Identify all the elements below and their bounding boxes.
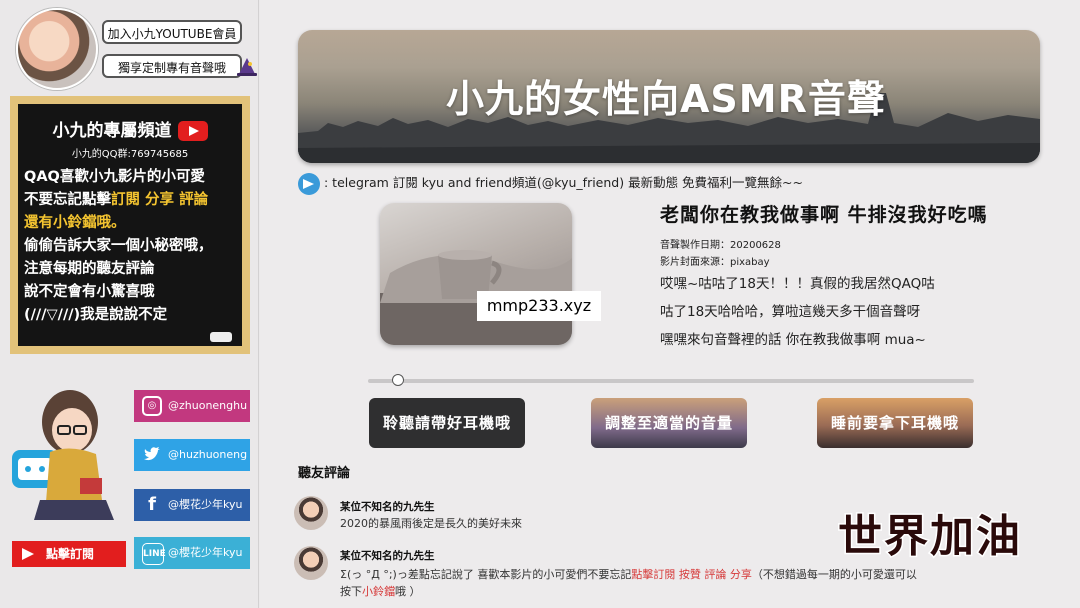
progress-thumb[interactable] xyxy=(392,374,405,386)
instagram-handle: @zhuonenghu xyxy=(168,399,248,412)
comment-text: 2020的暴風雨後定是長久的美好未來 xyxy=(340,517,522,530)
description-line: 嘿嘿來句音聲裡的話 你在教我做事啊 mua~ xyxy=(660,332,926,348)
banner-title: 小九的女性向ASMR音聲 xyxy=(446,77,886,121)
description-line: 哎嘿~咕咕了18天！！！真假的我居然QAQ咕 xyxy=(660,276,935,292)
facebook-icon: f xyxy=(148,494,156,515)
board-line: QAQ喜歡小九影片的小可愛 xyxy=(24,169,205,185)
chalkboard-notice: 小九的專屬頻道 小九的QQ群:769745685 QAQ喜歡小九影片的小可愛 不… xyxy=(10,96,250,354)
comment-highlight: 點擊訂閱 按贊 評論 分享 xyxy=(631,568,752,581)
subscribe-label: 點擊訂閱 xyxy=(46,547,95,561)
coffee-cup-image xyxy=(380,250,572,345)
instagram-link[interactable]: ◎ @zhuonenghu xyxy=(134,390,250,422)
subscribe-button[interactable]: 點擊訂閱 xyxy=(12,541,126,567)
telegram-icon xyxy=(298,172,320,195)
line-handle: @櫻花少年kyu xyxy=(168,546,243,559)
description-line: 咕了18天哈哈哈，算啦這幾天多干個音聲呀 xyxy=(660,304,921,320)
twitter-icon xyxy=(142,445,162,465)
comment-highlight: 小鈴鐺 xyxy=(362,585,395,598)
board-line: 不要忘記點擊 xyxy=(24,192,111,208)
line-icon: LINE xyxy=(142,543,166,565)
main-content: 小九的女性向ASMR音聲 : telegram 訂閱 kyu and frien… xyxy=(260,0,1080,608)
youtube-icon xyxy=(177,121,208,141)
sidebar: 加入小九YOUTUBE會員 獨享定制專有音聲哦 小九的專屬頻道 小九的QQ群:7… xyxy=(0,0,259,608)
twitter-handle: @huzhuoneng xyxy=(168,448,248,461)
mascot-illustration xyxy=(10,382,128,524)
comment-avatar xyxy=(294,546,328,580)
avatar[interactable] xyxy=(16,8,98,90)
sleep-tip-button[interactable]: 睡前要拿下耳機哦 xyxy=(817,398,973,448)
watermark-label: mmp233.xyz xyxy=(477,291,601,321)
cover-source: 影片封面來源：pixabay xyxy=(660,257,770,268)
comment-text-part: 哦 ） xyxy=(395,585,421,598)
board-highlight: 訂閱 分享 評論 xyxy=(111,192,209,208)
comment-author: 某位不知名的九先生 xyxy=(340,501,435,513)
production-date: 音聲製作日期：20200628 xyxy=(660,240,781,251)
instagram-icon: ◎ xyxy=(142,396,162,416)
exclusive-audio-button[interactable]: 獨享定制專有音聲哦 xyxy=(102,54,242,78)
comment-text-part: Σ(っ °Д °;)っ差點忘記說了 喜歡本影片的小可愛們不要忘記 xyxy=(340,568,632,581)
telegram-notice[interactable]: : telegram 訂閱 kyu and friend頻道(@kyu_frie… xyxy=(298,172,804,195)
song-title: 老闆你在教我做事啊 牛排沒我好吃嗎 xyxy=(660,204,988,226)
comment-text-part: （不想錯過每一期的小可愛還可以 xyxy=(751,568,917,581)
header-banner: 小九的女性向ASMR音聲 xyxy=(298,30,1040,163)
board-title: 小九的專屬頻道 xyxy=(52,121,172,141)
comment-text-part: 按下 xyxy=(340,585,362,598)
qq-group-number: 小九的QQ群:769745685 xyxy=(71,149,189,160)
board-line: 說不定會有小驚喜哦 xyxy=(24,284,155,300)
progress-track[interactable] xyxy=(368,379,974,383)
board-line: 還有小鈴鐺哦。 xyxy=(24,215,126,231)
join-membership-button[interactable]: 加入小九YOUTUBE會員 xyxy=(102,20,242,44)
telegram-text: : telegram 訂閱 kyu and friend頻道(@kyu_frie… xyxy=(324,175,804,190)
line-link[interactable]: LINE @櫻花少年kyu xyxy=(134,537,250,569)
volume-tip-button[interactable]: 調整至適當的音量 xyxy=(591,398,747,448)
headphones-tip-button[interactable]: 聆聽請帶好耳機哦 xyxy=(369,398,525,448)
cheer-stamp: 世界加油 xyxy=(837,510,1022,564)
eraser-icon xyxy=(210,332,232,342)
board-line: 注意每期的聽友評論 xyxy=(24,261,155,277)
comment-author: 某位不知名的九先生 xyxy=(340,550,435,562)
cover-image xyxy=(380,203,572,345)
comment-avatar xyxy=(294,496,328,530)
comments-heading: 聽友評論 xyxy=(298,466,351,481)
play-icon xyxy=(22,548,34,560)
board-line: (///▽///)我是說說不定 xyxy=(24,307,168,323)
twitter-link[interactable]: @huzhuoneng xyxy=(134,439,250,471)
facebook-handle: @櫻花少年kyu xyxy=(168,498,243,511)
comment-text: Σ(っ °Д °;)っ差點忘記說了 喜歡本影片的小可愛們不要忘記點擊訂閱 按贊 … xyxy=(340,566,1000,600)
board-line: 偷偷告訴大家一個小秘密哦， xyxy=(24,238,213,254)
facebook-link[interactable]: f @櫻花少年kyu xyxy=(134,489,250,521)
witch-hat-icon xyxy=(236,56,258,83)
